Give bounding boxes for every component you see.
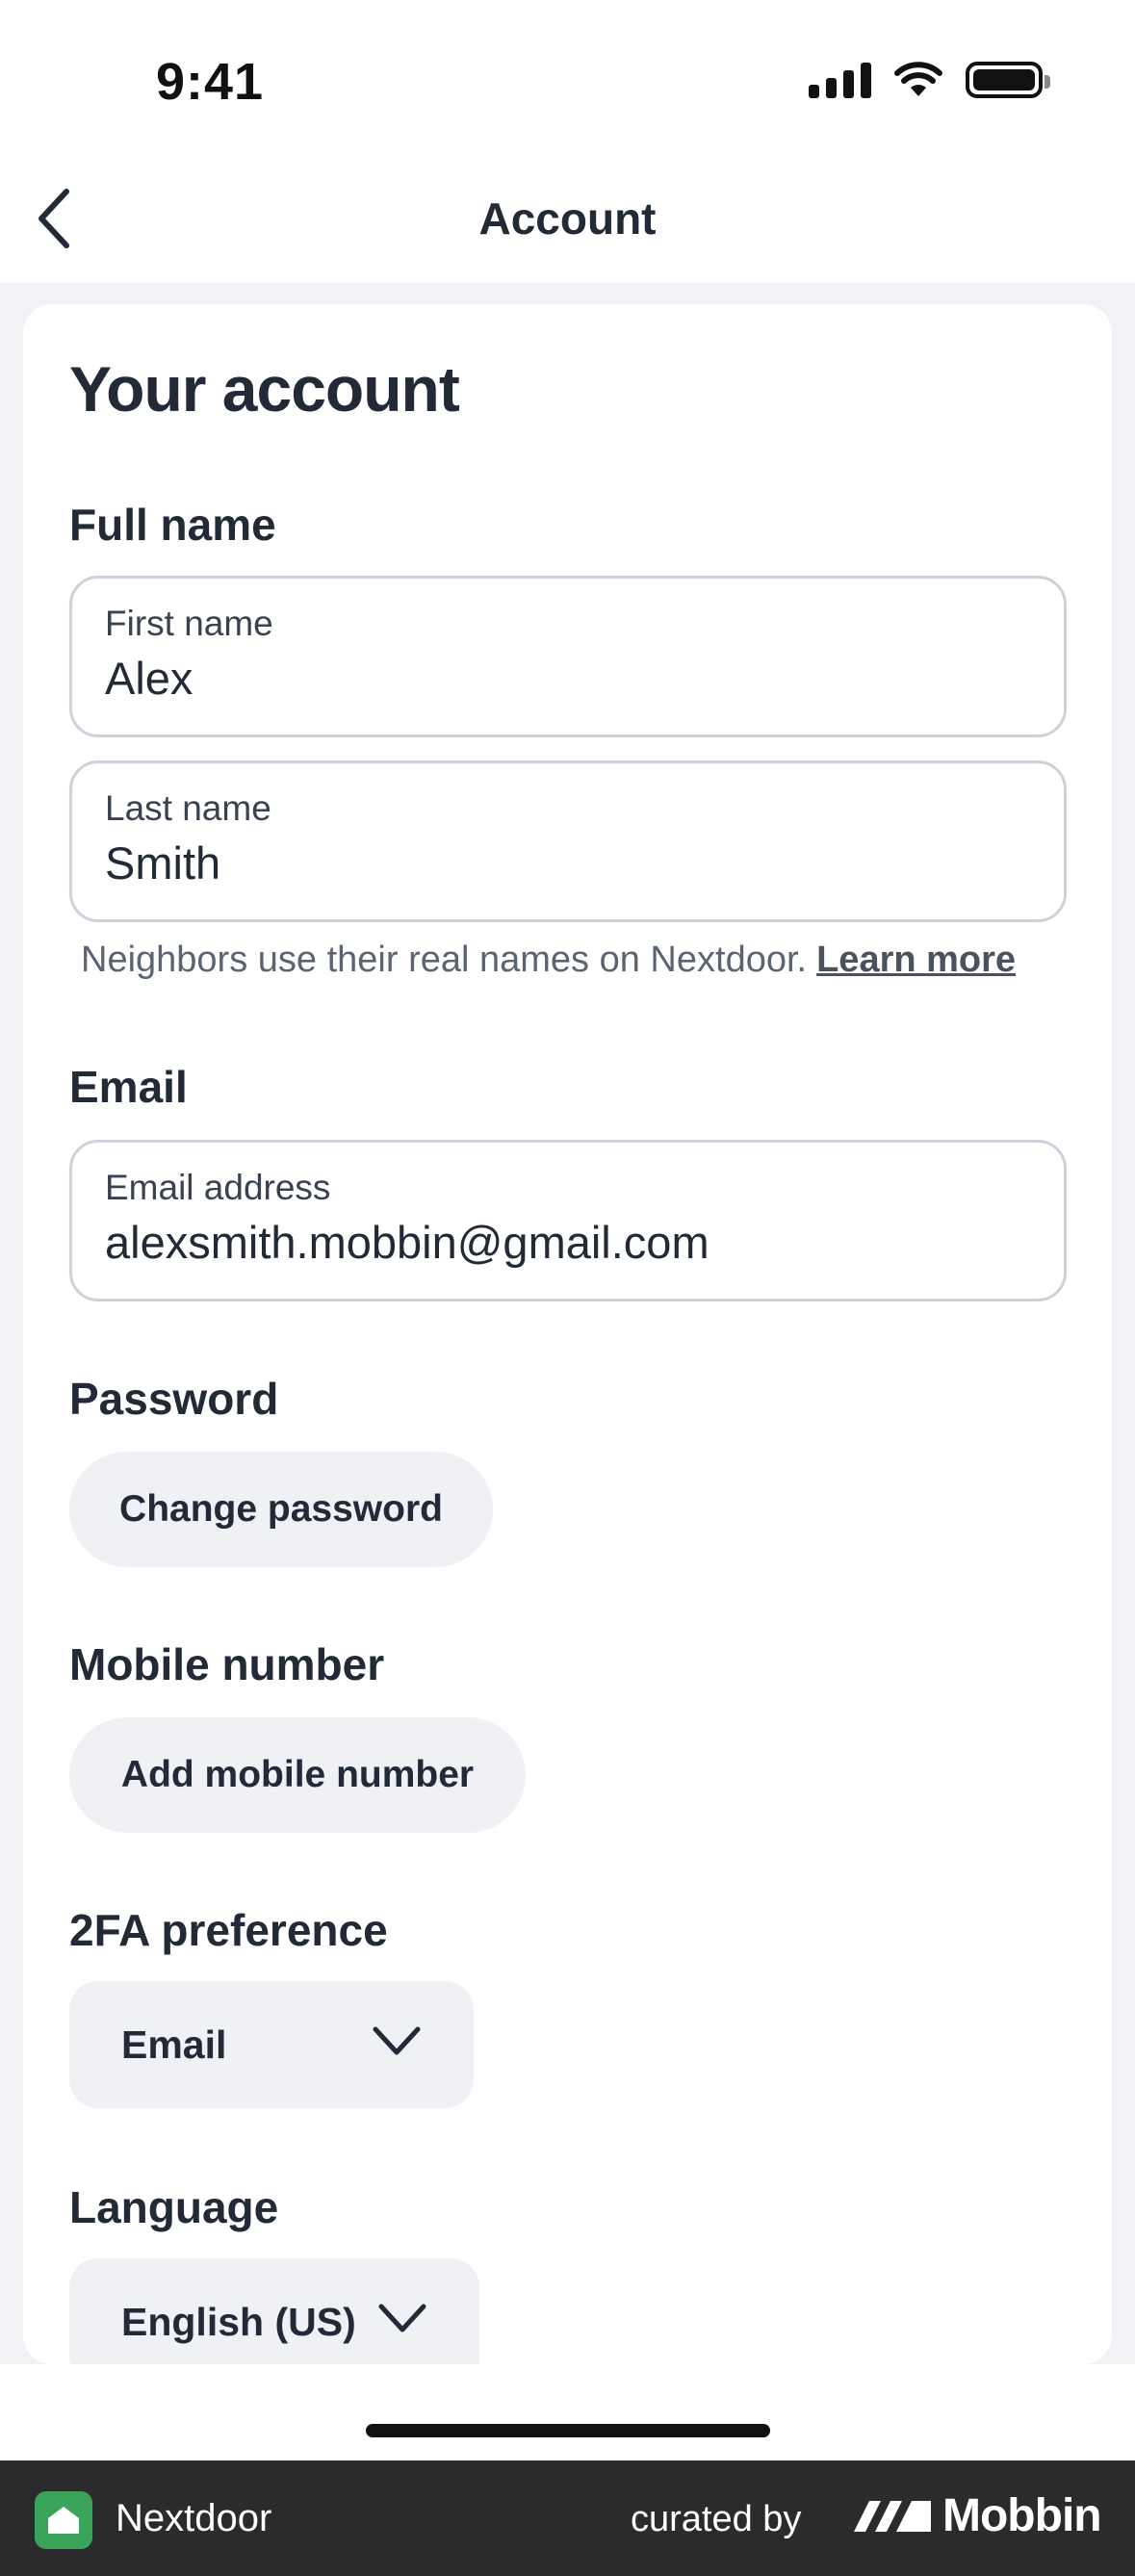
add-mobile-number-button[interactable]: Add mobile number bbox=[69, 1717, 526, 1833]
mobbin-brand-text: Mobbin bbox=[942, 2490, 1102, 2541]
password-heading: Password bbox=[69, 1374, 279, 1424]
footer-app-name: Nextdoor bbox=[116, 2497, 272, 2539]
last-name-value[interactable]: Smith bbox=[105, 837, 1031, 889]
twofa-heading: 2FA preference bbox=[69, 1905, 388, 1955]
change-password-button[interactable]: Change password bbox=[69, 1452, 493, 1567]
mobbin-logo-icon bbox=[854, 2500, 931, 2532]
last-name-label: Last name bbox=[105, 788, 271, 828]
mobbin-brand: Mobbin bbox=[852, 2489, 1102, 2542]
status-time: 9:41 bbox=[156, 53, 265, 111]
email-address-label: Email address bbox=[105, 1168, 331, 1207]
first-name-value[interactable]: Alex bbox=[105, 652, 1031, 705]
account-card: Your account Full name First name Alex L… bbox=[23, 304, 1112, 2364]
chevron-down-icon bbox=[373, 2026, 421, 2055]
chevron-down-icon bbox=[378, 2304, 426, 2332]
first-name-label: First name bbox=[105, 604, 273, 643]
language-selected-value: English (US) bbox=[121, 2299, 356, 2344]
wifi-icon bbox=[894, 62, 942, 96]
footer-bar: Nextdoor curated by Mobbin bbox=[0, 2460, 1135, 2576]
home-indicator-area bbox=[0, 2364, 1135, 2460]
footer-curated-by: curated by bbox=[631, 2499, 802, 2539]
helper-text: Neighbors use their real names on Nextdo… bbox=[81, 940, 808, 980]
email-heading: Email bbox=[69, 1062, 188, 1112]
cellular-signal-icon bbox=[809, 62, 871, 98]
language-heading: Language bbox=[69, 2182, 279, 2232]
mobile-number-heading: Mobile number bbox=[69, 1639, 385, 1689]
home-indicator[interactable] bbox=[366, 2424, 770, 2437]
status-icons bbox=[809, 62, 1050, 98]
status-bar: 9:41 bbox=[0, 0, 1135, 164]
first-name-field[interactable]: First name Alex bbox=[69, 576, 1067, 737]
email-value[interactable]: alexsmith.mobbin@gmail.com bbox=[105, 1216, 1031, 1269]
page-title: Your account bbox=[69, 353, 460, 425]
twofa-select[interactable]: Email bbox=[69, 1981, 474, 2108]
last-name-field[interactable]: Last name Smith bbox=[69, 760, 1067, 922]
nextdoor-logo-icon bbox=[35, 2491, 92, 2549]
real-name-helper: Neighbors use their real names on Nextdo… bbox=[81, 940, 1016, 981]
twofa-selected-value: Email bbox=[121, 2022, 227, 2067]
learn-more-link[interactable]: Learn more bbox=[816, 940, 1016, 980]
battery-icon bbox=[966, 62, 1050, 98]
navigation-bar: Account bbox=[0, 164, 1135, 283]
email-field[interactable]: Email address alexsmith.mobbin@gmail.com bbox=[69, 1140, 1067, 1301]
full-name-heading: Full name bbox=[69, 500, 276, 550]
nav-title: Account bbox=[478, 193, 657, 244]
language-select[interactable]: English (US) bbox=[69, 2258, 479, 2364]
